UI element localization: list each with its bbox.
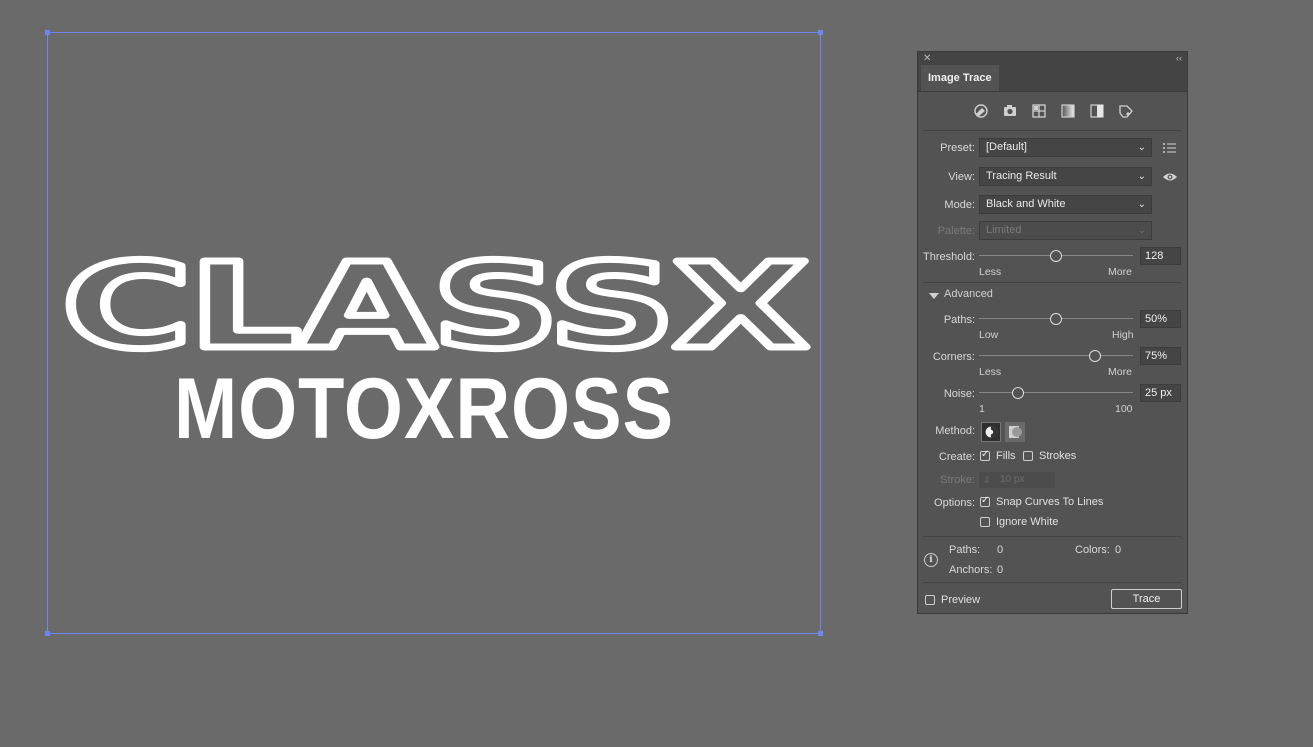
stats-colors-label: Colors:: [1075, 544, 1110, 556]
panel-titlebar[interactable]: ✕ ‹‹: [918, 52, 1187, 65]
artwork-line2: MOTOXROSS: [174, 361, 674, 457]
strokes-label: Strokes: [1039, 450, 1077, 462]
disclosure-triangle-icon[interactable]: [929, 291, 939, 301]
preview-checkbox[interactable]: [925, 595, 935, 605]
outline-icon[interactable]: [1117, 102, 1135, 120]
paths-min-label: Low: [979, 329, 999, 341]
snap-curves-checkbox[interactable]: [980, 495, 990, 507]
black-and-white-icon[interactable]: [1088, 102, 1106, 120]
preview-label: Preview: [941, 594, 981, 606]
preset-label: Preset:: [940, 142, 975, 154]
artboard[interactable]: CLASSX MOTOXROSS: [45, 30, 823, 636]
advanced-section-label[interactable]: Advanced: [944, 288, 993, 300]
method-overlapping-button[interactable]: [1005, 422, 1025, 442]
preset-menu-icon[interactable]: [1162, 141, 1178, 155]
info-icon: i: [924, 553, 938, 567]
method-label: Method:: [935, 425, 975, 437]
tab-image-trace[interactable]: Image Trace: [921, 65, 999, 91]
threshold-slider-knob[interactable]: [1050, 250, 1062, 262]
palette-value: Limited: [986, 224, 1022, 236]
artwork-line1: CLASSX: [62, 237, 806, 375]
paths-slider-knob[interactable]: [1050, 313, 1062, 325]
eye-icon[interactable]: [1162, 170, 1178, 184]
preset-value: [Default]: [986, 141, 1027, 153]
strokes-checkbox[interactable]: [1023, 451, 1033, 461]
noise-slider[interactable]: [979, 387, 1133, 399]
threshold-label: Threshold:: [923, 251, 975, 263]
stats-paths-value: 0: [997, 544, 1004, 556]
noise-max-label: 100: [1115, 403, 1133, 415]
auto-color-icon[interactable]: [972, 102, 990, 120]
noise-label: Noise:: [943, 388, 975, 400]
mode-dropdown[interactable]: Black and White ⌄: [979, 195, 1152, 214]
high-color-icon[interactable]: [1001, 102, 1019, 120]
noise-min-label: 1: [979, 403, 985, 415]
options-label: Options:: [934, 497, 975, 509]
chevron-down-icon: ⌄: [1137, 142, 1146, 153]
stats-colors-value: 0: [1115, 544, 1122, 556]
noise-slider-knob[interactable]: [1011, 387, 1024, 399]
noise-input[interactable]: 25 px: [1140, 384, 1181, 402]
paths-input[interactable]: 50%: [1140, 310, 1181, 328]
corners-label: Corners:: [932, 351, 975, 363]
slider-track: [979, 392, 1133, 393]
stats-paths-label: Paths:: [949, 544, 981, 556]
separator: [923, 582, 1182, 583]
method-abutting-button[interactable]: [981, 422, 1001, 442]
stats-anchors-value: 0: [997, 564, 1004, 576]
stroke-label: Stroke:: [940, 474, 975, 486]
corners-min-label: Less: [979, 366, 1002, 378]
close-icon[interactable]: ✕: [923, 52, 931, 65]
image-trace-panel: ✕ ‹‹ Image Trace Preset: [Default] ⌄ Vie…: [917, 51, 1188, 614]
preset-dropdown[interactable]: [Default] ⌄: [979, 138, 1152, 157]
chevron-down-icon: ⌄: [1137, 171, 1146, 182]
separator: [923, 130, 1182, 131]
separator: [923, 536, 1182, 537]
palette-dropdown: Limited ⌄: [979, 221, 1152, 240]
paths-max-label: High: [1112, 329, 1134, 341]
threshold-slider[interactable]: [979, 250, 1133, 262]
threshold-max-label: More: [1108, 266, 1132, 278]
grayscale-icon[interactable]: [1059, 102, 1077, 120]
corners-max-label: More: [1108, 366, 1132, 378]
slider-track: [979, 355, 1133, 356]
stats-anchors-label: Anchors:: [949, 564, 993, 576]
ignore-white-label: Ignore White: [996, 516, 1059, 528]
view-label: View:: [948, 171, 975, 183]
corners-slider[interactable]: [979, 350, 1133, 362]
threshold-input[interactable]: 128: [1140, 247, 1181, 265]
separator: [923, 282, 1182, 283]
panel-tab-row: Image Trace: [918, 65, 1187, 92]
snap-curves-label: Snap Curves To Lines: [996, 496, 1104, 508]
paths-slider[interactable]: [979, 313, 1133, 325]
stroke-input: 10 px: [995, 472, 1055, 488]
threshold-min-label: Less: [979, 266, 1002, 278]
corners-slider-knob[interactable]: [1088, 350, 1101, 362]
low-color-icon[interactable]: [1030, 102, 1048, 120]
artwork-image[interactable]: CLASSX MOTOXROSS: [48, 33, 820, 633]
trace-button[interactable]: Trace: [1111, 589, 1182, 609]
palette-label: Palette:: [937, 225, 975, 237]
ignore-white-checkbox[interactable]: [980, 517, 990, 527]
chevron-down-icon: ⌄: [1137, 199, 1146, 210]
chevron-down-icon: ⌄: [1137, 225, 1146, 236]
stroke-stepper: ⇕: [979, 472, 995, 488]
view-value: Tracing Result: [986, 170, 1057, 182]
paths-label: Paths:: [943, 314, 975, 326]
view-dropdown[interactable]: Tracing Result ⌄: [979, 167, 1152, 186]
mode-value: Black and White: [986, 198, 1066, 210]
mode-label: Mode:: [944, 199, 975, 211]
create-label: Create:: [938, 451, 975, 463]
fills-checkbox[interactable]: [980, 449, 990, 461]
corners-input[interactable]: 75%: [1140, 347, 1181, 365]
collapse-icon[interactable]: ‹‹: [1176, 52, 1182, 65]
fills-label: Fills: [996, 450, 1016, 462]
